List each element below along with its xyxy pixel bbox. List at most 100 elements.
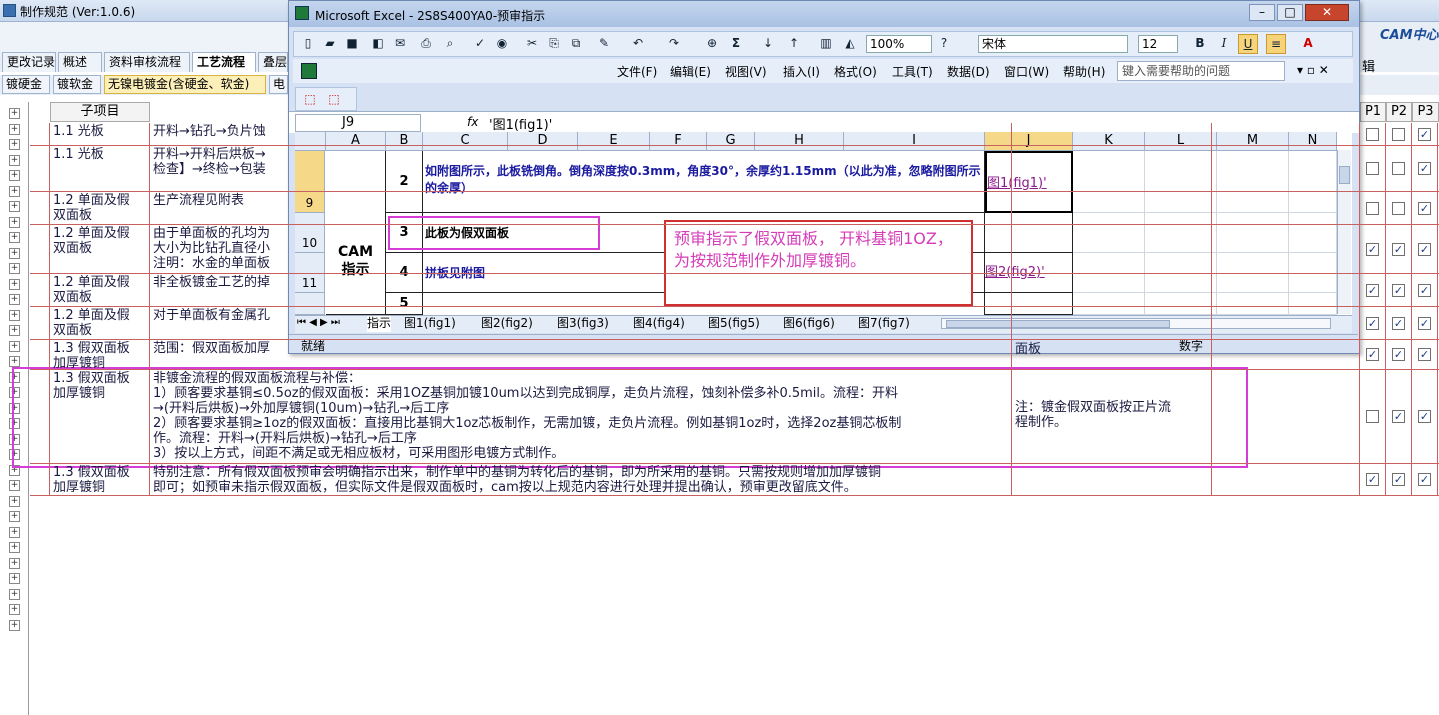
- expand-row-button[interactable]: +: [9, 573, 20, 584]
- expand-row-button[interactable]: +: [9, 123, 20, 135]
- expand-row-button[interactable]: +: [9, 604, 20, 615]
- expand-row-button[interactable]: +: [9, 216, 20, 228]
- redo-icon[interactable]: ↷: [664, 34, 684, 54]
- expand-row-button[interactable]: +: [9, 542, 20, 553]
- permission-icon[interactable]: ◧: [368, 34, 388, 54]
- italic-button[interactable]: I: [1214, 34, 1234, 54]
- undo-icon[interactable]: ↶: [628, 34, 648, 54]
- expand-row-button[interactable]: +: [9, 356, 20, 367]
- expand-row-button[interactable]: +: [9, 340, 20, 352]
- p1-checkbox[interactable]: ✓: [1366, 473, 1379, 486]
- p3-checkbox[interactable]: ✓: [1418, 162, 1431, 175]
- expand-row-button[interactable]: +: [9, 185, 20, 197]
- expand-row-button[interactable]: +: [9, 526, 20, 538]
- expand-row-button[interactable]: +: [9, 108, 20, 119]
- p1-checkbox[interactable]: ✓: [1366, 284, 1379, 297]
- autosum-icon[interactable]: Σ: [726, 34, 746, 54]
- bold-button[interactable]: B: [1190, 34, 1210, 54]
- p2-checkbox[interactable]: ✓: [1392, 348, 1405, 361]
- expand-row-button[interactable]: +: [9, 139, 20, 150]
- p2-checkbox[interactable]: ✓: [1392, 317, 1405, 330]
- subtab-nickel-free-gold[interactable]: 无镍电镀金(含硬金、软金): [104, 75, 266, 94]
- menu-item[interactable]: 文件(F): [617, 63, 657, 80]
- p2-checkbox[interactable]: ✓: [1392, 473, 1405, 486]
- chart-wizard-icon[interactable]: ▥: [816, 34, 836, 54]
- sort-ascending-icon[interactable]: ↓: [758, 34, 778, 54]
- p3-checkbox[interactable]: ✓: [1418, 128, 1431, 141]
- pdf-email-icon[interactable]: ⬚: [324, 90, 344, 110]
- expand-row-button[interactable]: +: [9, 247, 20, 259]
- p1-checkbox[interactable]: ✓: [1366, 317, 1379, 330]
- minimize-button[interactable]: –: [1249, 4, 1275, 21]
- tab-overview[interactable]: 概述: [58, 52, 102, 72]
- maximize-button[interactable]: □: [1277, 4, 1303, 21]
- expand-row-button[interactable]: +: [9, 480, 20, 491]
- align-left-button[interactable]: ≡: [1266, 34, 1286, 54]
- menu-item[interactable]: 编辑(E): [670, 63, 711, 80]
- new-icon[interactable]: ▯: [298, 34, 318, 54]
- menu-item[interactable]: 帮助(H): [1063, 63, 1105, 80]
- font-size-box[interactable]: 12: [1138, 35, 1178, 53]
- p1-checkbox[interactable]: [1366, 162, 1379, 175]
- p2-checkbox[interactable]: ✓: [1392, 243, 1405, 256]
- close-button[interactable]: ✕: [1305, 4, 1349, 21]
- font-color-button[interactable]: A: [1298, 34, 1318, 54]
- open-icon[interactable]: ▰: [320, 34, 340, 54]
- pdf-convert-icon[interactable]: ⬚: [300, 90, 320, 110]
- p3-checkbox[interactable]: ✓: [1418, 473, 1431, 486]
- menu-item[interactable]: 格式(O): [834, 63, 877, 80]
- expand-row-button[interactable]: +: [9, 309, 20, 321]
- menu-item[interactable]: 窗口(W): [1004, 63, 1049, 80]
- p3-checkbox[interactable]: ✓: [1418, 410, 1431, 423]
- spelling-icon[interactable]: ✓: [470, 34, 490, 54]
- p2-checkbox[interactable]: [1392, 202, 1405, 215]
- help-icon[interactable]: ?: [934, 34, 954, 54]
- print-icon[interactable]: ⎙: [416, 34, 436, 54]
- p2-checkbox[interactable]: [1392, 162, 1405, 175]
- tab-partial-right[interactable]: 辑: [1362, 56, 1375, 75]
- tab-change-log[interactable]: 更改记录: [2, 52, 56, 72]
- expand-row-button[interactable]: +: [9, 170, 20, 181]
- expand-row-button[interactable]: +: [9, 511, 20, 522]
- expand-row-button[interactable]: +: [9, 588, 20, 600]
- underline-button[interactable]: U: [1238, 34, 1258, 54]
- menu-item[interactable]: 插入(I): [783, 63, 820, 80]
- window-controls[interactable]: ▾ ▫ ✕: [1297, 63, 1329, 77]
- format-painter-icon[interactable]: ✎: [594, 34, 614, 54]
- p1-checkbox[interactable]: [1366, 128, 1379, 141]
- drawing-icon[interactable]: ◭: [840, 34, 860, 54]
- p3-checkbox[interactable]: ✓: [1418, 317, 1431, 330]
- tab-review-flow[interactable]: 资料审核流程: [104, 52, 190, 72]
- expand-row-button[interactable]: +: [9, 557, 20, 569]
- expand-row-button[interactable]: +: [9, 294, 20, 305]
- paste-icon[interactable]: ⧉: [566, 34, 586, 54]
- copy-icon[interactable]: ⎘: [544, 34, 564, 54]
- sort-descending-icon[interactable]: ↑: [784, 34, 804, 54]
- tab-stackup[interactable]: 叠层: [258, 52, 288, 72]
- tab-process-flow[interactable]: 工艺流程: [192, 52, 256, 72]
- expand-row-button[interactable]: +: [9, 495, 20, 507]
- expand-row-button[interactable]: +: [9, 232, 20, 243]
- print-preview-icon[interactable]: ⌕: [440, 34, 460, 54]
- p3-checkbox[interactable]: ✓: [1418, 284, 1431, 297]
- font-name-box[interactable]: 宋体: [978, 35, 1128, 53]
- help-search-input[interactable]: 键入需要帮助的问题: [1117, 61, 1285, 81]
- subtab-partial[interactable]: 电: [269, 75, 288, 94]
- menu-item[interactable]: 工具(T): [892, 63, 933, 80]
- hyperlink-icon[interactable]: ⊕: [702, 34, 722, 54]
- p3-checkbox[interactable]: ✓: [1418, 243, 1431, 256]
- expand-row-button[interactable]: +: [9, 263, 20, 274]
- email-icon[interactable]: ✉: [390, 34, 410, 54]
- p3-checkbox[interactable]: ✓: [1418, 202, 1431, 215]
- expand-row-button[interactable]: +: [9, 278, 20, 290]
- p2-checkbox[interactable]: ✓: [1392, 284, 1405, 297]
- cut-icon[interactable]: ✂: [522, 34, 542, 54]
- subtab-hard-gold[interactable]: 镀硬金: [2, 75, 50, 94]
- save-icon[interactable]: ■: [342, 34, 362, 54]
- p1-checkbox[interactable]: [1366, 410, 1379, 423]
- expand-row-button[interactable]: +: [9, 325, 20, 336]
- p3-checkbox[interactable]: ✓: [1418, 348, 1431, 361]
- expand-row-button[interactable]: +: [9, 619, 20, 631]
- menu-item[interactable]: 视图(V): [725, 63, 767, 80]
- p2-checkbox[interactable]: [1392, 128, 1405, 141]
